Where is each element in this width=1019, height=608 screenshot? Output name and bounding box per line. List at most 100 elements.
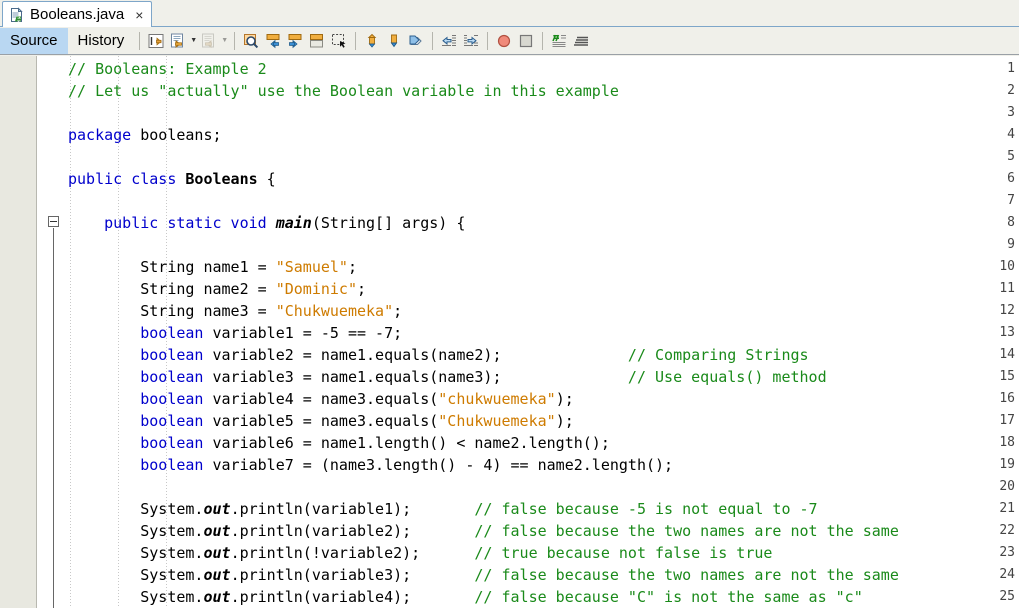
code-line[interactable]: System.out.println(variable3); // false … [68, 564, 899, 586]
find-selection-button[interactable] [240, 30, 262, 52]
code-line[interactable]: // Let us "actually" use the Boolean var… [68, 80, 619, 102]
code-token: { [257, 170, 276, 188]
code-line[interactable]: String name2 = "Dominic"; [68, 278, 366, 300]
code-line[interactable]: // Booleans: Example 2 [68, 58, 267, 80]
code-editor[interactable]: 1 2 3 4 5 6 7 8 9 10 11 12 13 14 15 16 17 18 19 20 21 22 23 24 2… [0, 56, 1019, 608]
code-fold-toggle[interactable] [48, 216, 59, 227]
code-token: System. [68, 566, 204, 584]
code-token: System. [68, 588, 204, 606]
line-number: 5 [1007, 149, 1015, 164]
stop-macro-recording-button[interactable] [515, 30, 537, 52]
start-macro-recording-button[interactable] [493, 30, 515, 52]
code-token: System. [68, 500, 204, 518]
code-token: variable6 = name1.length() < name2.lengt… [203, 434, 610, 452]
shift-right-button[interactable] [460, 30, 482, 52]
forward-dropdown-chevron-down-icon: ▼ [221, 37, 229, 44]
line-number: 22 [999, 523, 1015, 538]
code-line[interactable]: public static void main(String[] args) { [68, 212, 465, 234]
forward-button[interactable] [198, 30, 220, 52]
code-token: boolean [140, 324, 204, 342]
line-number: 1 [1007, 61, 1015, 76]
code-line[interactable]: boolean variable3 = name1.equals(name3);… [68, 366, 827, 388]
code-line[interactable]: System.out.println(variable1); // false … [68, 498, 818, 520]
next-bookmark-button[interactable] [383, 30, 405, 52]
toggle-rectangular-selection-button[interactable] [328, 30, 350, 52]
line-number: 19 [999, 457, 1015, 472]
code-line[interactable]: System.out.println(variable2); // false … [68, 520, 899, 542]
code-token: boolean [140, 346, 204, 364]
code-token: boolean [140, 368, 204, 386]
previous-bookmark-button[interactable] [361, 30, 383, 52]
tab-history[interactable]: History [68, 28, 135, 54]
code-token: System. [68, 522, 204, 540]
document-tab-booleans-java[interactable]: Booleans.java × [2, 1, 153, 27]
code-token: boolean [140, 412, 204, 430]
back-button[interactable] [167, 30, 189, 52]
code-token: package [68, 126, 132, 144]
code-token: // false because the two names are not t… [474, 522, 899, 540]
code-line[interactable]: boolean variable4 = name3.equals("chukwu… [68, 388, 574, 410]
code-token: out [203, 566, 231, 584]
code-token: // Booleans: Example 2 [68, 60, 267, 78]
code-token: // Use equals() method [627, 368, 827, 386]
close-icon[interactable]: × [135, 8, 143, 22]
code-line[interactable]: boolean variable5 = name3.equals("Chukwu… [68, 410, 574, 432]
code-line[interactable]: boolean variable7 = (name3.length() - 4)… [68, 454, 673, 476]
toggle-bookmark-button[interactable] [405, 30, 427, 52]
line-number: 10 [999, 259, 1015, 274]
find-previous-button[interactable] [262, 30, 284, 52]
tab-source[interactable]: Source [0, 27, 68, 54]
line-number: 4 [1007, 127, 1015, 142]
document-tab-strip: Booleans.java × [0, 0, 1019, 27]
code-token: public static void [104, 214, 267, 232]
code-line[interactable]: String name1 = "Samuel"; [68, 256, 357, 278]
code-token: .println(!variable2); [230, 544, 421, 562]
find-next-button[interactable] [284, 30, 306, 52]
code-line[interactable]: public class Booleans { [68, 168, 276, 190]
code-token: // Let us "actually" use the Boolean var… [68, 82, 619, 100]
code-line[interactable]: String name3 = "Chukwuemeka"; [68, 300, 402, 322]
code-token: .println(variable2); [230, 522, 412, 540]
toggle-comment-button[interactable] [548, 30, 570, 52]
line-number: 3 [1007, 105, 1015, 120]
code-token: // false because -5 is not equal to -7 [474, 500, 818, 518]
code-line[interactable]: System.out.println(!variable2); // true … [68, 542, 772, 564]
toolbar-separator [542, 31, 544, 50]
code-fold-line [53, 228, 54, 608]
last-edit-button[interactable] [145, 30, 167, 52]
code-line[interactable]: boolean variable1 = -5 == -7; [68, 322, 402, 344]
line-number: 9 [1007, 237, 1015, 252]
toggle-highlight-button[interactable] [306, 30, 328, 52]
code-line[interactable]: boolean variable2 = name1.equals(name2);… [68, 344, 808, 366]
code-token: Booleans [185, 170, 258, 188]
code-line[interactable]: package booleans; [68, 124, 222, 146]
code-token: // false because "C" is not the same as … [474, 588, 863, 606]
code-token: ; [357, 280, 367, 298]
code-token: variable1 = -5 == -7; [203, 324, 403, 342]
line-number: 16 [999, 391, 1015, 406]
line-number: 25 [999, 589, 1015, 604]
back-dropdown-chevron-down-icon[interactable]: ▼ [189, 31, 198, 51]
code-token: variable3 = name1.equals(name3); [203, 368, 502, 386]
code-token: ; [393, 302, 403, 320]
code-token: "Samuel" [275, 258, 348, 276]
code-token: boolean [140, 390, 204, 408]
shift-left-button[interactable] [438, 30, 460, 52]
format-button[interactable] [570, 30, 592, 52]
line-number: 17 [999, 413, 1015, 428]
code-line[interactable]: boolean variable6 = name1.length() < nam… [68, 432, 610, 454]
line-number: 21 [999, 501, 1015, 516]
line-number: 24 [999, 567, 1015, 582]
code-token: ; [347, 258, 357, 276]
line-number-gutter[interactable] [0, 56, 37, 608]
toolbar-separator [432, 31, 434, 50]
line-number: 13 [999, 325, 1015, 340]
code-line[interactable]: System.out.println(variable4); // false … [68, 586, 863, 608]
